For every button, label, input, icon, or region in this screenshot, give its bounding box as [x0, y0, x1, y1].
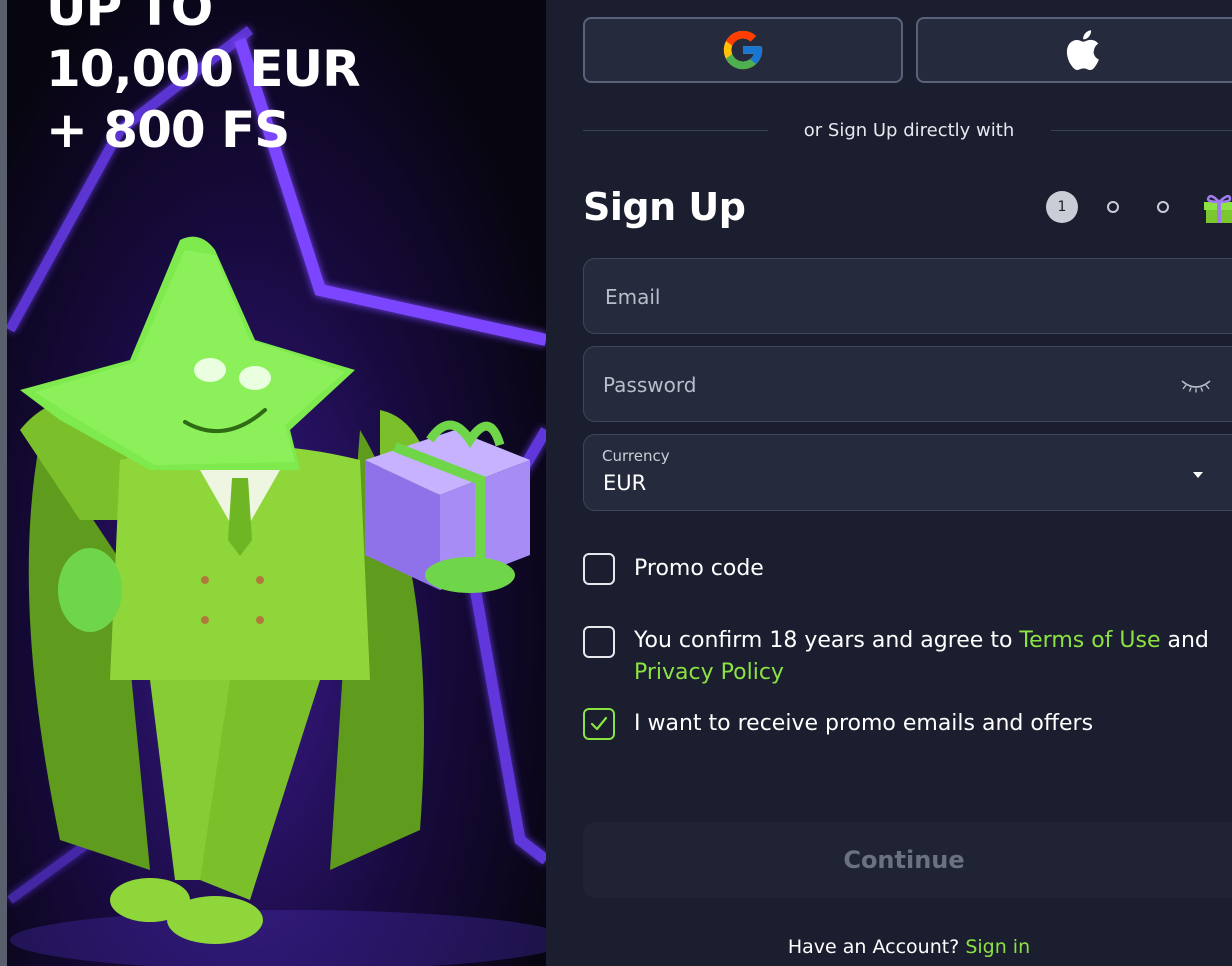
promo-edge: [0, 0, 7, 966]
eye-closed-icon[interactable]: [1180, 377, 1212, 393]
sign-in-row: Have an Account? Sign in: [546, 936, 1232, 958]
terms-text-and: and: [1160, 628, 1209, 653]
caret-down-icon: [1193, 472, 1203, 478]
divider-text: or Sign Up directly with: [803, 120, 1015, 141]
continue-button[interactable]: Continue: [583, 822, 1232, 898]
password-input[interactable]: [601, 372, 1165, 398]
checkmark-icon: [590, 716, 608, 731]
currency-value: EUR: [603, 471, 647, 495]
currency-select[interactable]: Currency EUR: [583, 434, 1232, 511]
divider-line-right: [1051, 130, 1232, 131]
page-title: Sign Up: [583, 185, 746, 229]
promo-headline-line: + 800 FS: [46, 101, 290, 159]
google-g-icon: [723, 30, 763, 70]
promo-headline: UP TO 10,000 EUR + 800 FS: [46, 0, 361, 161]
step-indicator-dot: [1107, 201, 1119, 213]
promo-emails-checkbox[interactable]: [583, 708, 615, 740]
gift-icon: [1204, 194, 1232, 223]
privacy-policy-link[interactable]: Privacy Policy: [634, 660, 784, 685]
email-input[interactable]: [603, 284, 1167, 310]
terms-of-use-link[interactable]: Terms of Use: [1019, 628, 1160, 653]
promo-code-checkbox[interactable]: [583, 553, 615, 585]
promo-headline-line: UP TO: [46, 0, 213, 37]
currency-label: Currency: [602, 447, 670, 465]
step-indicator-dot: [1157, 201, 1169, 213]
terms-label: You confirm 18 years and agree to Terms …: [634, 625, 1214, 689]
password-field: [583, 346, 1232, 422]
promo-code-label: Promo code: [634, 556, 764, 581]
promo-banner: UP TO 10,000 EUR + 800 FS: [0, 0, 546, 966]
terms-checkbox[interactable]: [583, 626, 615, 658]
sign-in-link[interactable]: Sign in: [965, 936, 1030, 958]
apple-signup-button[interactable]: [916, 17, 1232, 83]
promo-emails-label: I want to receive promo emails and offer…: [634, 711, 1094, 736]
google-signup-button[interactable]: [583, 17, 903, 83]
terms-text: You confirm 18 years and agree to: [634, 628, 1020, 653]
promo-headline-line: 10,000 EUR: [46, 40, 361, 98]
have-account-text: Have an Account?: [787, 936, 960, 958]
signup-panel: or Sign Up directly with Sign Up 1 Curre…: [546, 0, 1232, 966]
step-indicator-current: 1: [1046, 191, 1078, 223]
apple-logo-icon: [1066, 30, 1099, 71]
email-field: [583, 258, 1232, 334]
